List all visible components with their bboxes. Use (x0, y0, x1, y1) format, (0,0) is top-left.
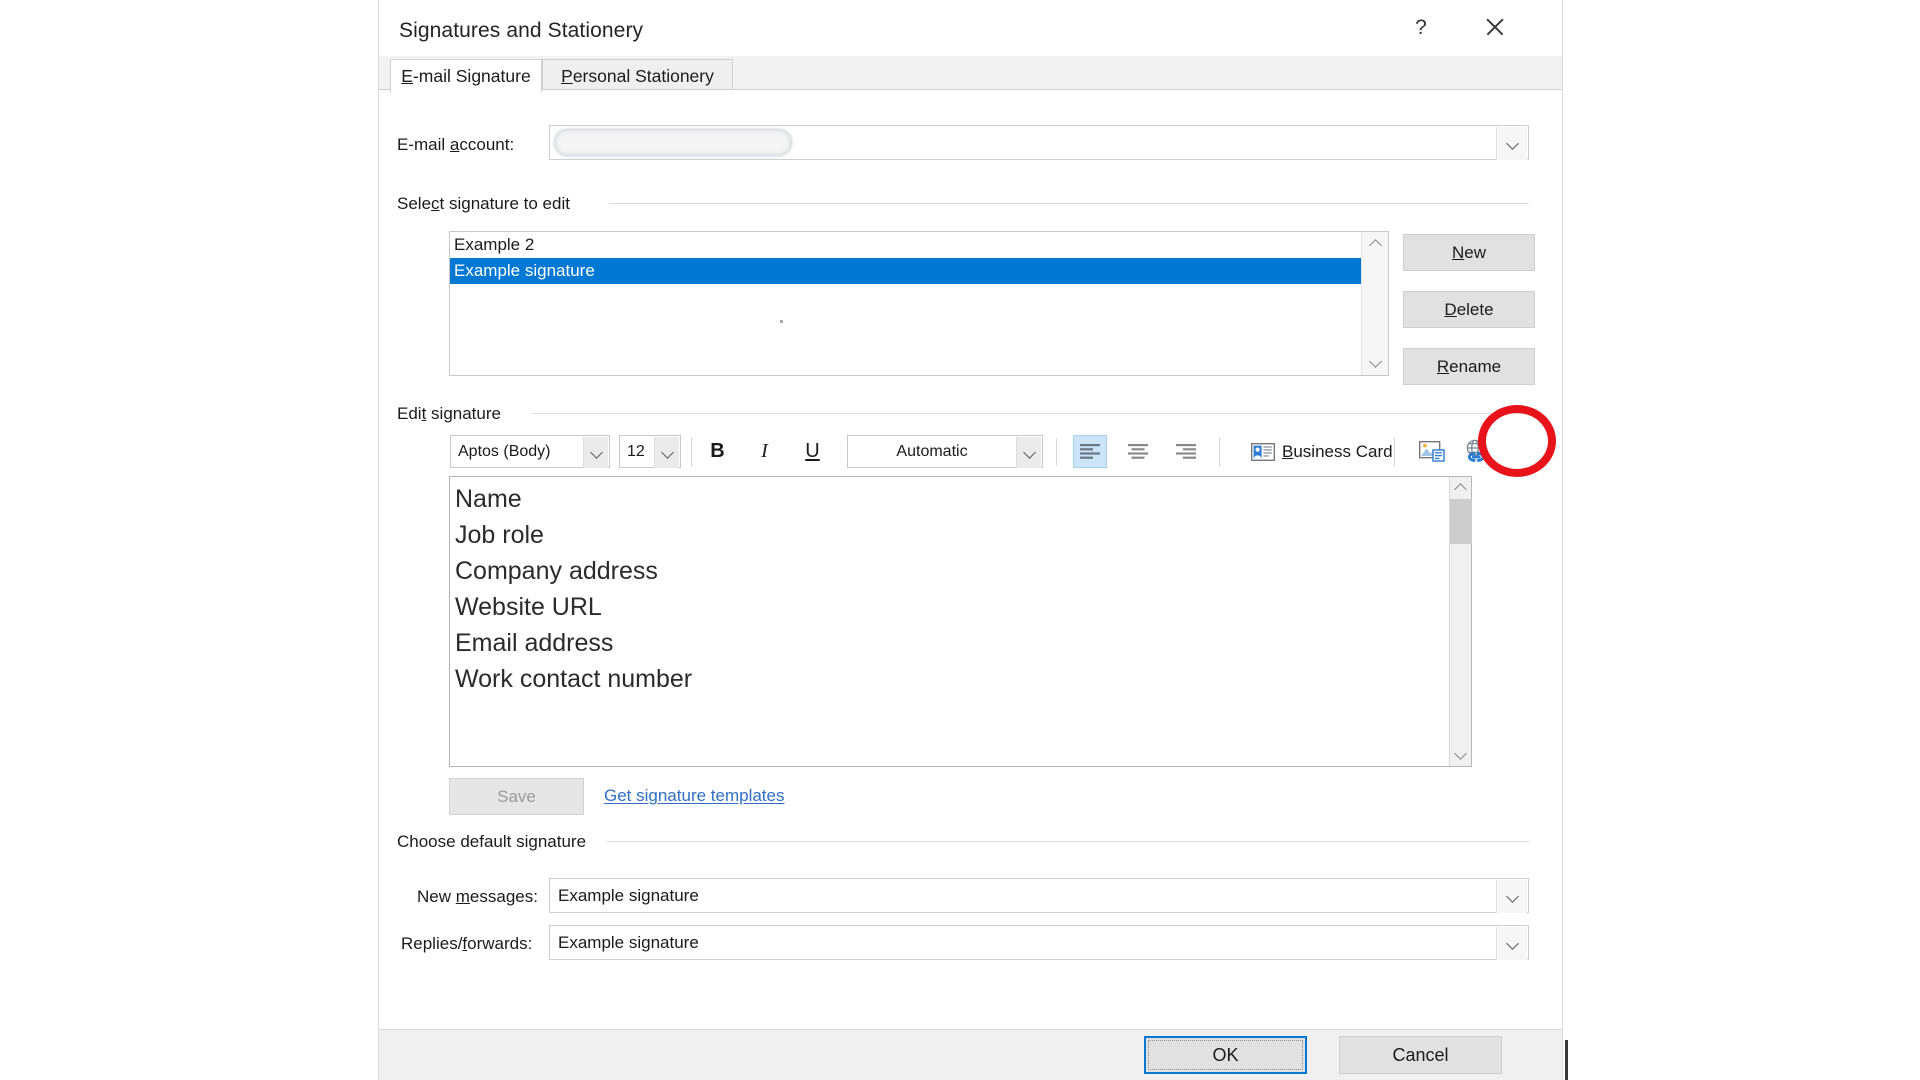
signature-editor-scrollbar[interactable] (1449, 477, 1472, 766)
align-left-button[interactable] (1073, 435, 1107, 468)
question-mark-icon: ? (1415, 15, 1427, 39)
chevron-down-icon[interactable] (1496, 127, 1527, 160)
bold-button[interactable]: B (701, 436, 734, 467)
cancel-label: Cancel (1392, 1044, 1449, 1065)
toolbar-divider (691, 438, 692, 466)
align-right-icon (1176, 443, 1196, 459)
dialog-titlebar: Signatures and Stationery ? (379, 0, 1562, 56)
italic-icon: I (761, 440, 768, 462)
new-messages-value: Example signature (558, 885, 699, 905)
signature-list-scrollbar[interactable] (1361, 232, 1388, 375)
insert-hyperlink-icon (1466, 439, 1485, 462)
signature-editor-content[interactable]: Name Job role Company address Website UR… (455, 481, 1441, 697)
screen: Signatures and Stationery ? E-mail Signa… (0, 0, 1920, 1080)
font-color-value: Automatic (896, 442, 968, 460)
font-family-value: Aptos (Body) (458, 442, 551, 460)
chevron-down-icon[interactable] (1016, 437, 1041, 468)
bold-icon: B (710, 440, 725, 462)
font-size-combobox[interactable]: 12 (619, 435, 681, 468)
delete-button[interactable]: Delete (1403, 291, 1535, 328)
chevron-down-icon[interactable] (1496, 927, 1527, 960)
scroll-down-icon[interactable] (1362, 351, 1389, 375)
new-messages-label: New messages: (417, 887, 538, 906)
scroll-down-icon[interactable] (1450, 744, 1472, 766)
insert-picture-icon (1419, 440, 1445, 462)
font-family-combobox[interactable]: Aptos (Body) (450, 435, 610, 468)
tab-strip: E-mail Signature Personal Stationery (379, 56, 1562, 92)
email-signature-panel: E-mail account: Select signature to edit… (379, 89, 1562, 1029)
align-right-button[interactable] (1169, 435, 1203, 468)
replies-forwards-combobox[interactable]: Example signature (549, 925, 1529, 960)
toolbar-divider (1394, 438, 1395, 466)
dialog-footer: OK Cancel (379, 1029, 1562, 1080)
save-button[interactable]: Save (449, 778, 584, 815)
insert-picture-button[interactable] (1414, 435, 1450, 468)
tab-email-signature[interactable]: E-mail Signature (390, 59, 542, 92)
close-icon (1484, 16, 1506, 38)
business-card-icon (1251, 442, 1275, 461)
signatures-and-stationery-dialog: Signatures and Stationery ? E-mail Signa… (378, 0, 1563, 1080)
email-account-label: E-mail account: (397, 135, 515, 154)
list-item[interactable]: Example 2 (450, 232, 1388, 258)
underline-button[interactable]: U (796, 436, 829, 467)
ok-label: OK (1212, 1044, 1239, 1065)
chevron-down-icon[interactable] (1496, 880, 1527, 913)
scroll-up-icon[interactable] (1450, 477, 1472, 499)
scrollbar-thumb[interactable] (1450, 499, 1472, 544)
align-left-icon (1080, 443, 1100, 459)
default-signature-group-label: Choose default signature (397, 832, 595, 852)
italic-button[interactable]: I (748, 436, 781, 467)
rename-button[interactable]: Rename (1403, 348, 1535, 385)
group-divider-edit-signature (531, 413, 1529, 414)
close-button[interactable] (1472, 8, 1518, 46)
group-divider-default-signature (607, 841, 1529, 842)
help-button[interactable]: ? (1398, 8, 1444, 46)
list-item[interactable]: Example signature (450, 258, 1388, 284)
ok-button[interactable]: OK (1144, 1036, 1307, 1074)
get-signature-templates-link[interactable]: Get signature templates (604, 786, 784, 806)
font-color-combobox[interactable]: Automatic (847, 435, 1043, 468)
business-card-label: Business Card (1282, 441, 1393, 461)
cancel-button[interactable]: Cancel (1339, 1036, 1502, 1074)
dialog-title: Signatures and Stationery (399, 19, 644, 42)
signature-format-toolbar: Aptos (Body) 12 B I U Automatic Business… (449, 432, 1485, 472)
underline-icon: U (805, 440, 820, 462)
toolbar-divider (1056, 438, 1057, 466)
email-account-value (558, 126, 1494, 159)
tab-personal-stationery[interactable]: Personal Stationery (542, 59, 733, 92)
font-size-value: 12 (627, 442, 645, 460)
edit-signature-group-label: Edit signature (397, 404, 509, 424)
select-signature-group-label: Select signature to edit (397, 194, 578, 214)
screen-edge-artifact (1565, 1040, 1568, 1080)
insert-hyperlink-button[interactable] (1458, 435, 1494, 468)
chevron-down-icon[interactable] (583, 437, 608, 468)
chevron-down-icon[interactable] (654, 437, 679, 468)
text-cursor-artifact (780, 320, 783, 323)
toolbar-divider (1219, 438, 1220, 466)
replies-forwards-label: Replies/forwards: (401, 934, 533, 953)
business-card-button[interactable]: Business Card (1251, 437, 1393, 466)
new-messages-combobox[interactable]: Example signature (549, 878, 1529, 913)
replies-forwards-value: Example signature (558, 932, 699, 952)
align-center-button[interactable] (1121, 435, 1155, 468)
save-label: Save (497, 786, 536, 806)
scroll-up-icon[interactable] (1362, 232, 1389, 256)
signature-editor[interactable]: Name Job role Company address Website UR… (449, 476, 1472, 767)
new-button[interactable]: New (1403, 234, 1535, 271)
signature-listbox[interactable]: Example 2 Example signature (449, 231, 1389, 376)
align-center-icon (1128, 443, 1148, 459)
email-account-combobox[interactable] (549, 125, 1529, 160)
group-divider-select-signature (609, 203, 1529, 204)
